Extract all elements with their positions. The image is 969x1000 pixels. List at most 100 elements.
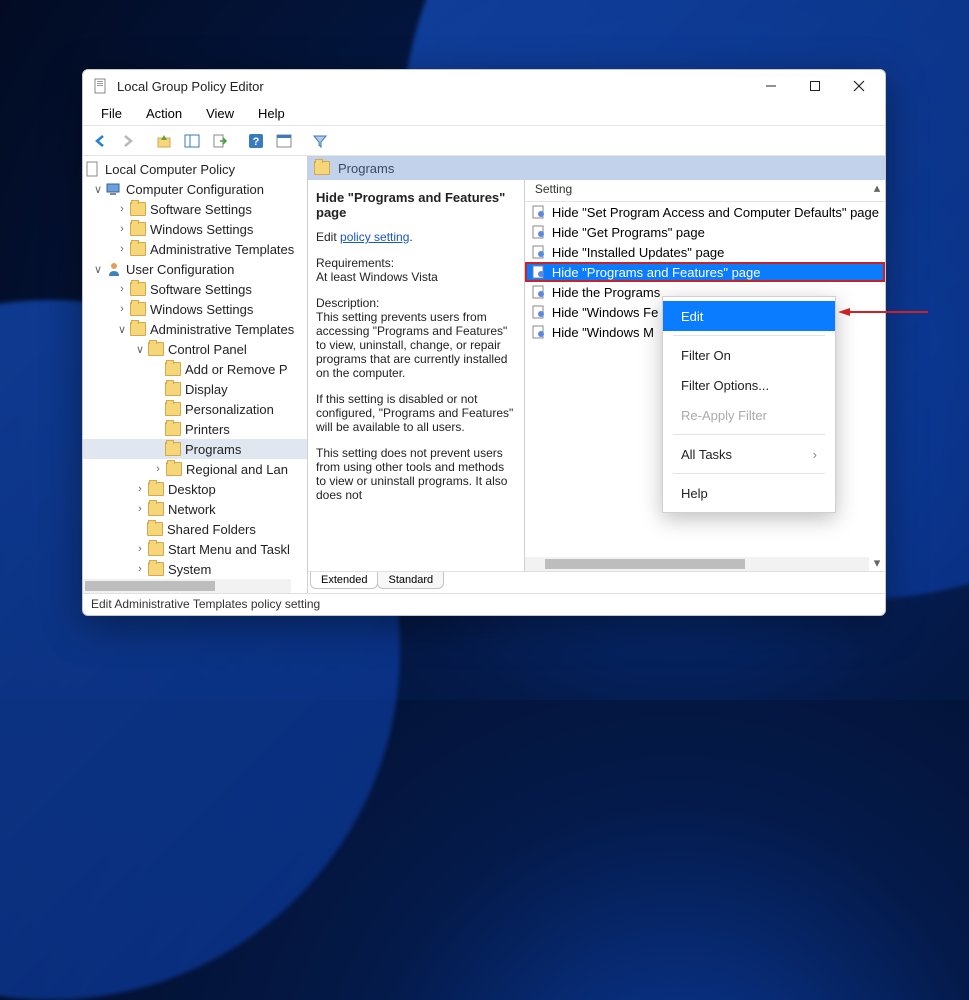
tree-root[interactable]: Local Computer Policy [83,159,307,179]
tree-user-software[interactable]: ›Software Settings [83,279,307,299]
titlebar: Local Group Policy Editor [83,70,885,102]
back-button[interactable] [87,128,113,154]
app-icon [93,78,109,94]
menu-action[interactable]: Action [134,104,194,123]
expand-icon[interactable]: › [133,562,147,576]
expand-icon[interactable]: › [115,202,129,216]
tree-scrollbar-horizontal[interactable] [83,579,291,593]
folder-icon [148,542,164,556]
tree-network[interactable]: ›Network [83,499,307,519]
tree-regional[interactable]: ›Regional and Lan [83,459,307,479]
tab-standard[interactable]: Standard [377,572,444,589]
menu-file[interactable]: File [89,104,134,123]
tab-extended[interactable]: Extended [310,572,378,589]
folder-icon [130,242,146,256]
folder-icon [130,302,146,316]
tree-comp-windows[interactable]: ›Windows Settings [83,219,307,239]
expand-icon[interactable]: ∨ [91,262,105,276]
chevron-right-icon: › [813,447,817,462]
ctx-filter-options[interactable]: Filter Options... [663,370,835,400]
tree-desktop[interactable]: ›Desktop [83,479,307,499]
menu-help[interactable]: Help [246,104,297,123]
maximize-button[interactable] [793,72,837,100]
list-item[interactable]: Hide "Installed Updates" page [525,242,885,262]
scroll-down-icon[interactable]: ▾ [869,555,885,571]
show-hide-tree-button[interactable] [179,128,205,154]
properties-button[interactable] [271,128,297,154]
tree-pane: Local Computer Policy ∨Computer Configur… [83,156,308,593]
folder-icon [130,202,146,216]
menu-view[interactable]: View [194,104,246,123]
tree-user-admin[interactable]: ∨Administrative Templates [83,319,307,339]
expand-icon[interactable]: › [133,542,147,556]
folder-icon [314,161,330,175]
list-item-selected[interactable]: Hide "Programs and Features" page [525,262,885,282]
folder-icon [165,382,181,396]
ctx-edit[interactable]: Edit [663,301,835,331]
computer-icon [106,181,122,197]
folder-icon [148,502,164,516]
status-bar: Edit Administrative Templates policy set… [83,593,885,615]
tree-comp-software[interactable]: ›Software Settings [83,199,307,219]
list-item[interactable]: Hide "Set Program Access and Computer De… [525,202,885,222]
tree-comp-admin[interactable]: ›Administrative Templates [83,239,307,259]
folder-icon [165,362,181,376]
scroll-up-icon[interactable]: ▴ [869,180,885,196]
menubar: File Action View Help [83,102,885,126]
tree-shared-folders[interactable]: Shared Folders [83,519,307,539]
expand-icon[interactable]: ∨ [115,322,129,336]
expand-icon[interactable]: › [151,462,165,476]
user-icon [106,261,122,277]
panel-title: Programs [338,161,394,176]
expand-icon[interactable]: ∨ [91,182,105,196]
expand-icon[interactable]: › [115,222,129,236]
view-tabs: Extended Standard [308,571,885,593]
expand-icon[interactable]: › [133,482,147,496]
expand-icon[interactable]: ∨ [133,342,147,356]
tree-personalization[interactable]: Personalization [83,399,307,419]
tree-system[interactable]: ›System [83,559,307,579]
tree-user-config[interactable]: ∨User Configuration [83,259,307,279]
export-button[interactable] [207,128,233,154]
expand-icon[interactable]: › [115,302,129,316]
edit-policy-link[interactable]: policy setting [340,230,409,244]
expand-icon[interactable]: › [115,282,129,296]
expand-icon[interactable]: › [115,242,129,256]
setting-icon [531,264,547,280]
setting-icon [531,284,547,300]
filter-button[interactable] [307,128,333,154]
tree-start-menu[interactable]: ›Start Menu and Taskl [83,539,307,559]
list-scrollbar-vertical[interactable]: ▴ ▾ [869,180,885,571]
folder-icon [148,562,164,576]
setting-icon [531,304,547,320]
up-button[interactable] [151,128,177,154]
tree-add-remove[interactable]: Add or Remove P [83,359,307,379]
setting-icon [531,224,547,240]
setting-icon [531,244,547,260]
tree-programs[interactable]: Programs [83,439,307,459]
minimize-button[interactable] [749,72,793,100]
toolbar: ? [83,126,885,156]
list-item[interactable]: Hide "Get Programs" page [525,222,885,242]
ctx-all-tasks[interactable]: All Tasks› [663,439,835,469]
ctx-reapply-filter: Re-Apply Filter [663,400,835,430]
forward-button[interactable] [115,128,141,154]
folder-icon [165,442,181,456]
tree-user-windows[interactable]: ›Windows Settings [83,299,307,319]
ctx-help[interactable]: Help [663,478,835,508]
expand-icon[interactable]: › [133,502,147,516]
setting-icon [531,324,547,340]
list-scrollbar-horizontal[interactable] [525,557,869,571]
context-menu: Edit Filter On Filter Options... Re-Appl… [662,296,836,513]
folder-icon [147,522,163,536]
window-title: Local Group Policy Editor [117,79,749,94]
tree-control-panel[interactable]: ∨Control Panel [83,339,307,359]
tree-display[interactable]: Display [83,379,307,399]
tree-printers[interactable]: Printers [83,419,307,439]
help-button[interactable]: ? [243,128,269,154]
tree-computer-config[interactable]: ∨Computer Configuration [83,179,307,199]
column-header-setting[interactable]: Setting [525,180,885,202]
close-button[interactable] [837,72,881,100]
folder-icon [148,482,164,496]
ctx-filter-on[interactable]: Filter On [663,340,835,370]
